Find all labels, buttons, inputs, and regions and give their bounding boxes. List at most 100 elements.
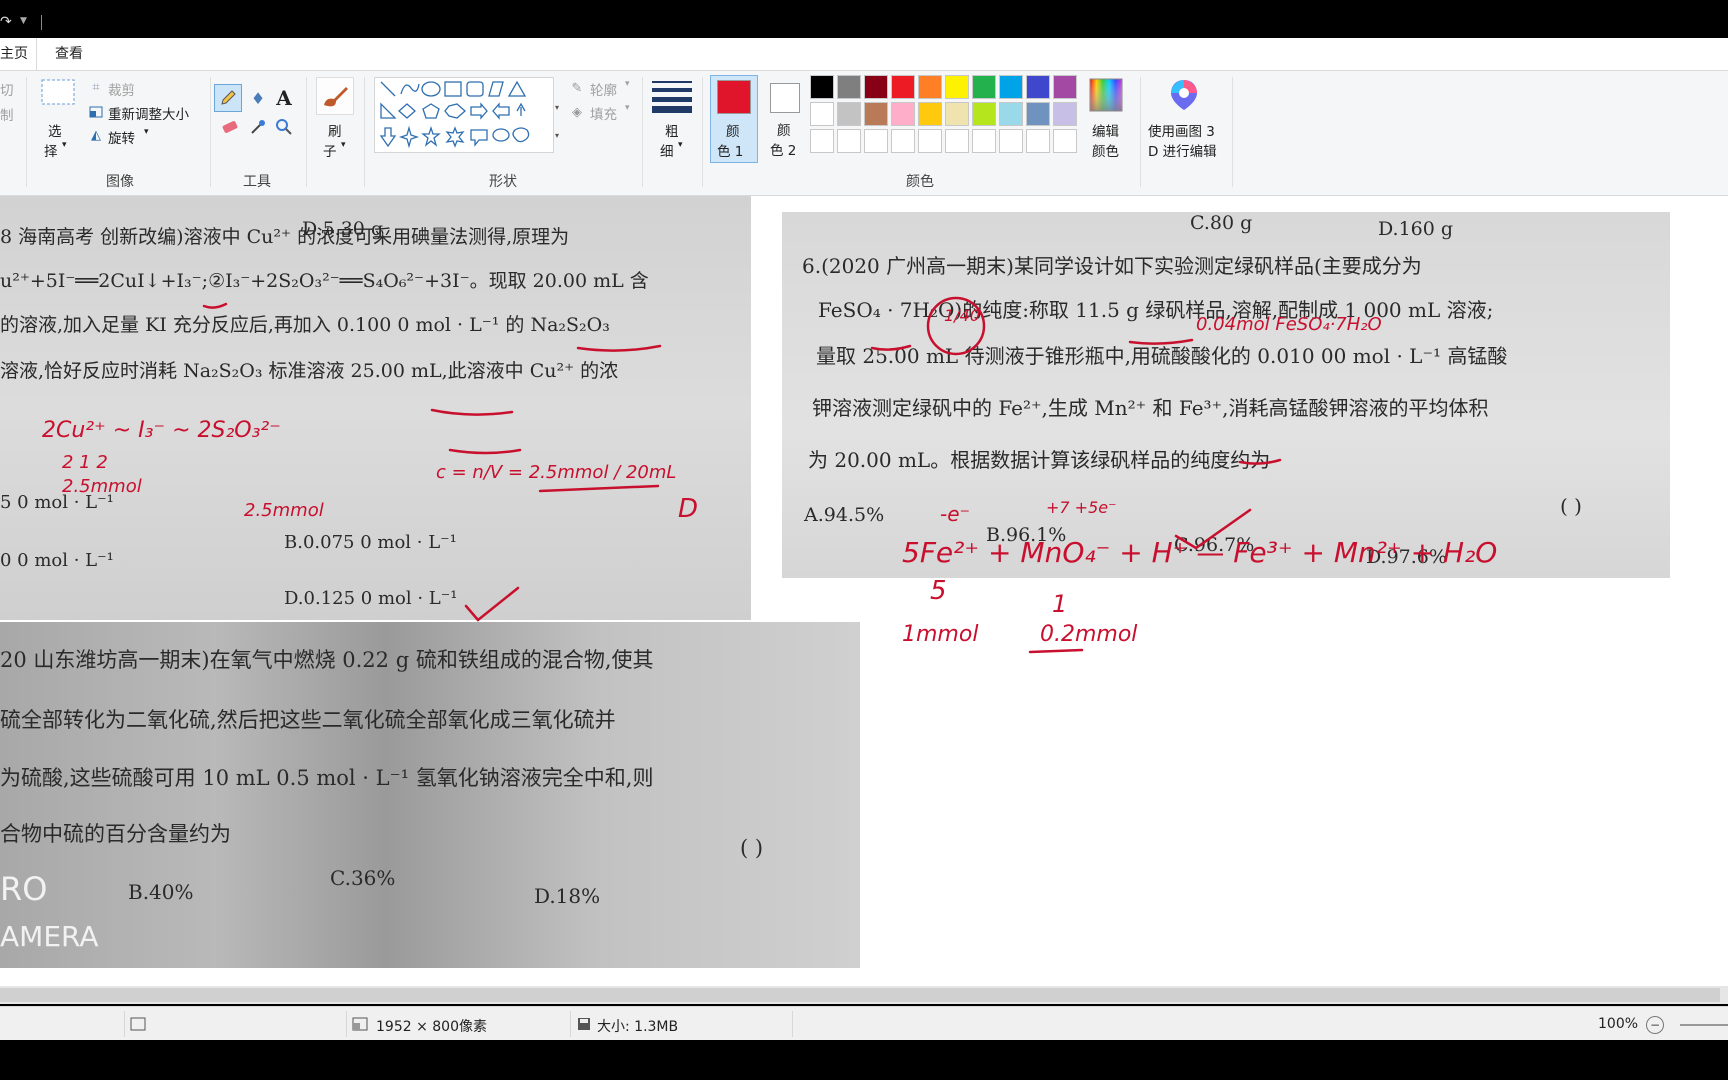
edit-colors-label[interactable]: 颜色 — [1092, 140, 1119, 160]
color1-button[interactable]: 颜 色 1 — [710, 75, 758, 163]
ink-annotation: +7 +5e⁻ — [1046, 498, 1117, 517]
pencil-icon[interactable] — [214, 84, 242, 112]
fill-icon: ◈ — [572, 104, 582, 120]
color-swatch[interactable] — [810, 129, 834, 153]
ink-annotation: 5 — [930, 576, 947, 606]
size-button-label[interactable]: 细 — [660, 140, 674, 160]
paint3d-button[interactable]: 使用画图 3 — [1148, 120, 1215, 140]
magnifier-icon[interactable] — [272, 115, 296, 139]
shapes-scroll-up[interactable]: ▾ — [552, 101, 562, 113]
copy-button[interactable]: 制 — [0, 104, 14, 124]
color-swatch[interactable] — [891, 102, 915, 126]
color-swatch[interactable] — [864, 129, 888, 153]
crop-icon: ⌗ — [92, 79, 100, 95]
color-swatch[interactable] — [1053, 129, 1077, 153]
outline-icon: ✎ — [571, 80, 583, 96]
color-swatch[interactable] — [864, 102, 888, 126]
color-swatch[interactable] — [1053, 75, 1077, 99]
color-swatch[interactable] — [810, 75, 834, 99]
chevron-down-icon[interactable]: ▼ — [20, 16, 27, 26]
drawing-canvas[interactable]: D.5.30 g 8 海南高考 创新改编)溶液中 Cu²⁺ 的浓度可采用碘量法测… — [0, 196, 1728, 986]
color-swatch[interactable] — [891, 75, 915, 99]
paint3d-icon[interactable] — [1164, 77, 1204, 113]
color-palette — [810, 75, 1084, 155]
color-swatch[interactable] — [918, 129, 942, 153]
outline-button[interactable]: 轮廓 — [590, 79, 617, 99]
status-bar: 1952 × 800像素 大小: 1.3MB 100% − — [0, 1006, 1728, 1041]
ink-equation: 5Fe²⁺ + MnO₄⁻ + H⁺ — Fe³⁺ + Mn²⁺ + H₂O — [902, 536, 1498, 569]
color-picker-icon[interactable] — [246, 115, 270, 139]
size-button[interactable]: 粗 — [665, 120, 679, 140]
edit-colors-button[interactable]: 编辑 — [1092, 120, 1119, 140]
fill-button[interactable]: 填充 — [590, 103, 617, 123]
select-button[interactable]: 选 — [48, 120, 62, 140]
divider — [41, 15, 42, 30]
redo-icon[interactable]: ↷ — [0, 14, 12, 30]
crop-button[interactable]: 裁剪 — [108, 79, 135, 99]
color-swatch[interactable] — [999, 102, 1023, 126]
color-swatch[interactable] — [891, 129, 915, 153]
eraser-icon[interactable] — [218, 115, 242, 139]
divider — [792, 1011, 793, 1037]
color-swatch[interactable] — [972, 75, 996, 99]
color2-button[interactable]: 颜 色 2 — [762, 75, 810, 163]
ink-annotation: 2.5mmol — [244, 500, 324, 521]
zoom-out-icon[interactable]: − — [1646, 1016, 1664, 1034]
brushes-button[interactable]: 刷 — [328, 120, 342, 140]
color-swatch[interactable] — [999, 129, 1023, 153]
save-icon — [576, 1016, 592, 1032]
text-icon[interactable]: A — [272, 84, 296, 112]
ink-annotation: 2Cu²⁺ ~ I₃⁻ ~ 2S₂O₃²⁻ — [42, 418, 281, 443]
color-swatch[interactable] — [1053, 102, 1077, 126]
chevron-down-icon[interactable]: ▾ — [341, 140, 346, 150]
zoom-slider[interactable] — [1680, 1024, 1728, 1026]
rotate-icon: ◭ — [91, 127, 101, 143]
color-swatch[interactable] — [972, 129, 996, 153]
select-button-label[interactable]: 择 — [44, 140, 58, 160]
tab-home[interactable]: 主页 — [0, 38, 37, 70]
chevron-down-icon[interactable]: ▾ — [625, 79, 630, 89]
shapes-expand[interactable]: ▾ — [552, 129, 562, 141]
ink-annotation: c = n/V = 2.5mmol / 20mL — [436, 462, 677, 483]
chevron-down-icon[interactable]: ▾ — [144, 127, 149, 137]
paint3d-button-label[interactable]: D 进行编辑 — [1148, 140, 1217, 160]
ink-answer: D — [678, 494, 699, 524]
brushes-button-label[interactable]: 子 — [323, 140, 337, 160]
chevron-down-icon[interactable]: ▾ — [678, 140, 683, 150]
color-swatch[interactable] — [945, 75, 969, 99]
color-swatch[interactable] — [837, 102, 861, 126]
color-swatch[interactable] — [810, 102, 834, 126]
rotate-button[interactable]: 旋转 — [108, 127, 135, 147]
divider — [1140, 77, 1141, 187]
shapes-gallery[interactable] — [374, 77, 554, 153]
color-swatch[interactable] — [972, 102, 996, 126]
cut-button[interactable]: 切 — [0, 79, 14, 99]
color-swatch[interactable] — [1026, 102, 1050, 126]
horizontal-scrollbar[interactable] — [0, 986, 1728, 1004]
color-swatch[interactable] — [1026, 75, 1050, 99]
size-icon — [652, 77, 692, 113]
chevron-down-icon[interactable]: ▾ — [625, 103, 630, 113]
chevron-down-icon[interactable]: ▾ — [62, 140, 67, 150]
brush-icon[interactable] — [316, 77, 354, 115]
divider — [210, 77, 211, 187]
color1-label: 颜 — [726, 124, 740, 140]
color-swatch[interactable] — [999, 75, 1023, 99]
resize-button[interactable]: 重新调整大小 — [108, 103, 189, 123]
group-label-colors: 颜色 — [906, 174, 934, 190]
color2-label-2: 色 2 — [770, 143, 797, 159]
color-swatch[interactable] — [918, 75, 942, 99]
select-icon[interactable] — [40, 77, 76, 107]
color-swatch[interactable] — [837, 129, 861, 153]
tab-view[interactable]: 查看 — [55, 38, 83, 70]
color-swatch[interactable] — [864, 75, 888, 99]
color-swatch[interactable] — [1026, 129, 1050, 153]
edit-colors-icon[interactable] — [1088, 77, 1124, 113]
fill-bucket-icon[interactable]: ♦ — [246, 84, 270, 112]
color-swatch[interactable] — [837, 75, 861, 99]
ink-annotation: 1 — [1052, 590, 1068, 618]
scrollbar-thumb[interactable] — [0, 988, 1720, 1002]
color-swatch[interactable] — [945, 129, 969, 153]
color-swatch[interactable] — [918, 102, 942, 126]
color-swatch[interactable] — [945, 102, 969, 126]
